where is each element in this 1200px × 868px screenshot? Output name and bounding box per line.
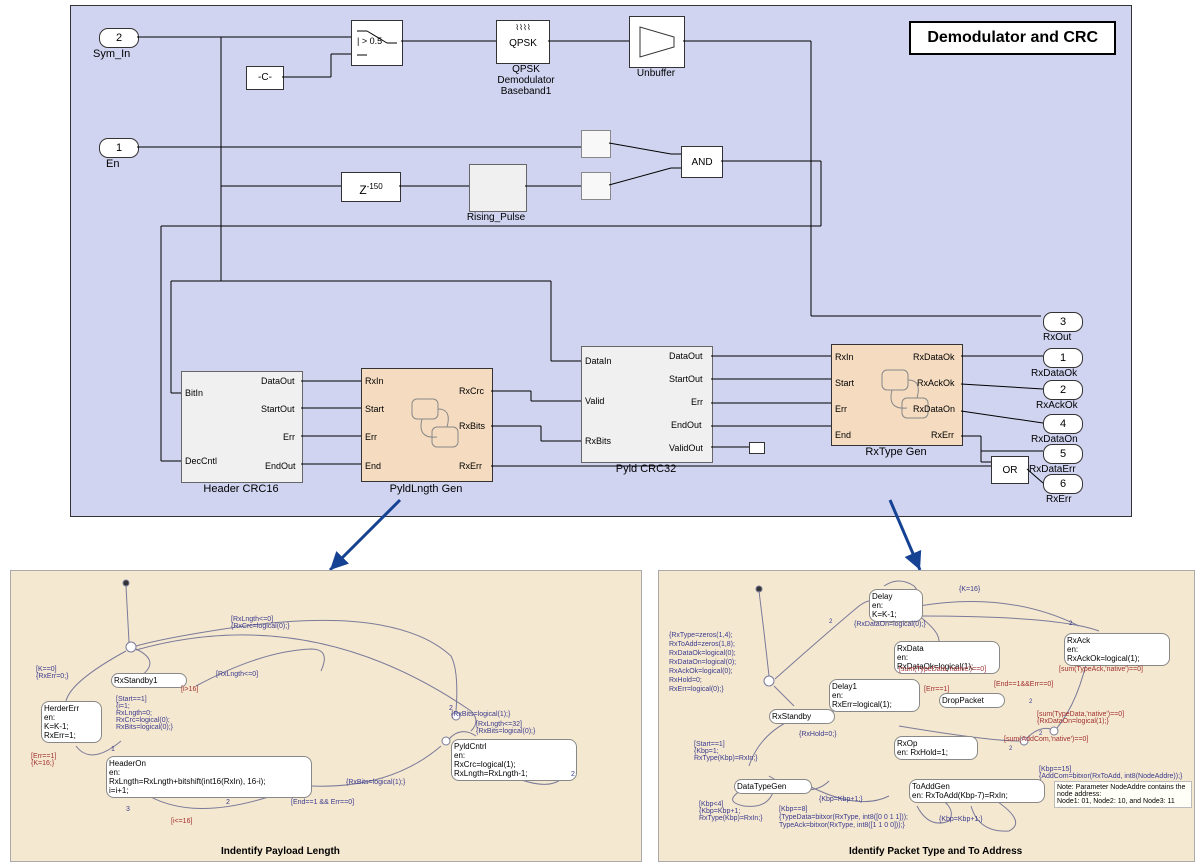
inport-sym-in-label: Sym_In: [93, 48, 130, 60]
const-block[interactable]: -C-: [246, 66, 284, 90]
state-rxop[interactable]: RxOp en: RxHold=1;: [894, 736, 978, 760]
rising-pulse-block[interactable]: [469, 164, 527, 212]
state-headeron[interactable]: HeaderOn en: RxLngth=RxLngth+bitshift(in…: [106, 756, 312, 798]
terminator-block[interactable]: [749, 442, 765, 454]
inport-en-label: En: [106, 158, 119, 170]
signal-block-1[interactable]: [581, 130, 611, 158]
state-rxack[interactable]: RxAck en: RxAckOk=logical(1);: [1064, 633, 1170, 666]
inport-en[interactable]: 1: [99, 138, 139, 158]
delay-block[interactable]: Z-150: [341, 172, 401, 202]
state-droppacket[interactable]: DropPacket: [939, 693, 1005, 708]
unbuffer-block[interactable]: [629, 16, 685, 68]
sf-left-title: Indentify Payload Length: [221, 846, 340, 857]
state-delay[interactable]: Delay en: K=K-1;: [869, 589, 923, 622]
stateflow-packet-type[interactable]: {RxType=zeros(1,4); RxToAdd=zeros(1,8); …: [658, 570, 1195, 862]
state-delay1[interactable]: Delay1 en: RxErr=logical(1);: [829, 679, 920, 712]
outport-rxout[interactable]: 3: [1043, 312, 1083, 332]
header-crc16-label: Header CRC16: [191, 483, 291, 495]
outport-rxdataerr[interactable]: 5: [1043, 444, 1083, 464]
state-rxstandby[interactable]: RxStandby: [769, 709, 835, 724]
inport-sym-in[interactable]: 2: [99, 28, 139, 48]
state-rxstandby1[interactable]: RxStandby1: [111, 673, 187, 688]
or-block[interactable]: OR: [991, 456, 1029, 484]
qpsk-label: QPSK Demodulator Baseband1: [486, 64, 566, 97]
state-toaddgen[interactable]: ToAddGen en: RxToAdd(Kbp-7)=RxIn;: [909, 779, 1045, 803]
diagram-title: Demodulator and CRC: [909, 21, 1116, 55]
unbuffer-label: Unbuffer: [629, 68, 683, 79]
rising-pulse-label: Rising_Pulse: [451, 212, 541, 223]
pyld-crc32-label: Pyld CRC32: [596, 463, 696, 475]
and-block[interactable]: AND: [681, 146, 723, 178]
main-diagram-panel: Demodulator and CRC 2 Sym_In 1 En | > 0.…: [70, 5, 1132, 517]
outport-rxerr[interactable]: 6: [1043, 474, 1083, 494]
stateflow-payload-length[interactable]: HerderErr en: K=K-1; RxErr=1; RxStandby1…: [10, 570, 642, 862]
state-datatypegen[interactable]: DataTypeGen: [734, 779, 812, 794]
state-pyldcntrl[interactable]: PyldCntrl en: RxCrc=logical(1); RxLngth=…: [451, 739, 577, 781]
switch-block[interactable]: | > 0.5: [351, 20, 403, 66]
sf-right-title: Identify Packet Type and To Address: [849, 846, 1022, 857]
outport-rxackok[interactable]: 2: [1043, 380, 1083, 400]
qpsk-block[interactable]: ⌇⌇⌇⌇ QPSK: [496, 20, 550, 64]
pyldlngth-gen-label: PyldLngth Gen: [371, 483, 481, 495]
outport-rxdataon[interactable]: 4: [1043, 414, 1083, 434]
outport-rxdataok[interactable]: 1: [1043, 348, 1083, 368]
state-herdererr[interactable]: HerderErr en: K=K-1; RxErr=1;: [41, 701, 102, 743]
note-box: Note: Parameter NodeAddre contains the n…: [1054, 781, 1192, 808]
signal-block-2[interactable]: [581, 172, 611, 200]
rxtype-gen-label: RxType Gen: [846, 446, 946, 458]
